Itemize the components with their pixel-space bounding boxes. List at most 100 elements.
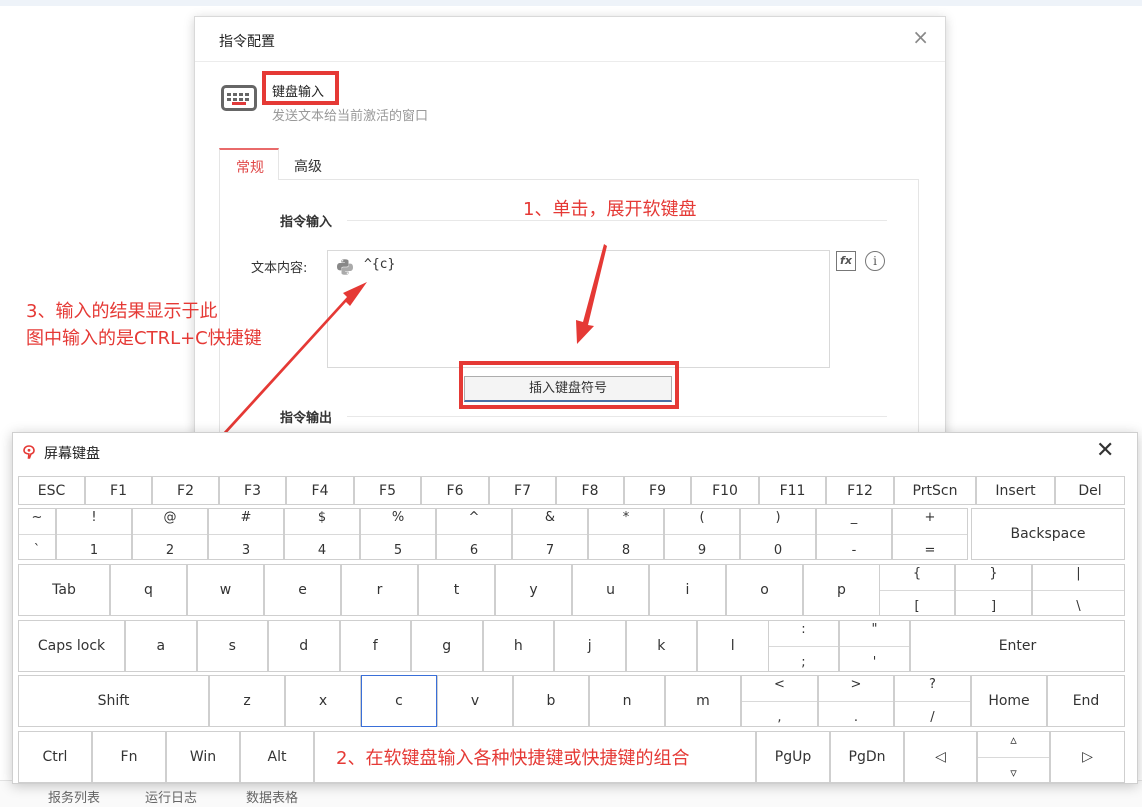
key-q[interactable]: q [110, 564, 187, 616]
key-quote[interactable]: " ' [839, 620, 910, 672]
key-num-1[interactable]: ! 1 [56, 508, 132, 560]
key-label: h [513, 638, 523, 654]
key-m[interactable]: m [665, 675, 741, 727]
key-f9[interactable]: F9 [624, 476, 691, 505]
key-ctrl[interactable]: Ctrl [18, 731, 92, 783]
key-tab[interactable]: Tab [18, 564, 110, 616]
key-i[interactable]: i [649, 564, 726, 616]
key-alt[interactable]: Alt [240, 731, 314, 783]
key-num-0[interactable]: ~ ` [18, 508, 56, 560]
key-f8[interactable]: F8 [556, 476, 624, 505]
key-c[interactable]: c [361, 675, 437, 727]
key-shift-label: % [391, 510, 405, 525]
key-f3[interactable]: F3 [219, 476, 286, 505]
command-config-dialog: 指令配置 × 键盘输入 发送文本给当前激活的窗口 常规 高级 指令输入 文本内容… [194, 16, 946, 449]
key-v[interactable]: v [437, 675, 513, 727]
key-f12[interactable]: F12 [826, 476, 894, 505]
key-h[interactable]: h [482, 620, 554, 672]
key-bracket-left[interactable]: {[ [879, 564, 955, 616]
annotation-step3-line1: 3、输入的结果显示于此 [26, 301, 218, 322]
key-f1[interactable]: F1 [85, 476, 152, 505]
key-num-7[interactable]: & 7 [512, 508, 588, 560]
key-g[interactable]: g [411, 620, 483, 672]
key-w[interactable]: w [187, 564, 264, 616]
tab-advanced[interactable]: 高级 [294, 156, 322, 176]
key-t[interactable]: t [418, 564, 495, 616]
background-tab[interactable]: 运行日志 [145, 787, 197, 806]
key-comma[interactable]: <, [741, 675, 818, 727]
key-num-8[interactable]: * 8 [588, 508, 664, 560]
info-icon[interactable]: i [865, 251, 885, 271]
key-num-12[interactable]: + = [892, 508, 968, 560]
key-k[interactable]: k [625, 620, 697, 672]
tab-general[interactable]: 常规 [219, 148, 279, 180]
key-f7[interactable]: F7 [489, 476, 556, 505]
key-p[interactable]: p [803, 564, 880, 616]
key-x[interactable]: x [285, 675, 361, 727]
key-num-9[interactable]: (9 [664, 508, 740, 560]
key-insert[interactable]: Insert [976, 476, 1055, 505]
key-b[interactable]: b [513, 675, 589, 727]
key-f5[interactable]: F5 [354, 476, 421, 505]
key-pgup[interactable]: PgUp [756, 731, 830, 783]
background-tab[interactable]: 报务列表 [48, 787, 100, 806]
key-label: r [376, 582, 383, 598]
key-num-11[interactable]: _ - [816, 508, 892, 560]
key-label: d [299, 638, 309, 654]
key-num-5[interactable]: % 5 [360, 508, 436, 560]
text-content-input[interactable]: ^{c} [327, 250, 830, 368]
key-home[interactable]: Home [971, 675, 1047, 727]
key-f4[interactable]: F4 [286, 476, 354, 505]
key-e[interactable]: e [264, 564, 341, 616]
key-end[interactable]: End [1047, 675, 1125, 727]
key-caps-lock[interactable]: Caps lock [18, 620, 125, 672]
key-backslash[interactable]: | \ [1032, 564, 1125, 616]
key-num-10[interactable]: ) 0 [740, 508, 816, 560]
key-del[interactable]: Del [1055, 476, 1125, 505]
key-arrow-up-down[interactable]: ▵ ▿ [977, 731, 1050, 783]
key-l[interactable]: l [697, 620, 769, 672]
arrow-down-icon[interactable]: ▿ [978, 766, 1049, 781]
key-f11[interactable]: F11 [759, 476, 826, 505]
key-f[interactable]: f [339, 620, 411, 672]
key-label: F7 [514, 482, 531, 499]
key-z[interactable]: z [209, 675, 285, 727]
close-icon[interactable]: × [912, 27, 929, 47]
key-n[interactable]: n [589, 675, 665, 727]
key-bracket-right[interactable]: }] [955, 564, 1032, 616]
key-pgdn[interactable]: PgDn [830, 731, 904, 783]
key-enter[interactable]: Enter [910, 620, 1125, 672]
key-a[interactable]: a [125, 620, 197, 672]
key-slash[interactable]: ? / [894, 675, 971, 727]
key-prtscn[interactable]: PrtScn [894, 476, 976, 505]
key-label: F2 [177, 482, 194, 499]
key-r[interactable]: r [341, 564, 418, 616]
arrow-up-icon[interactable]: ▵ [978, 733, 1049, 748]
key-num-6[interactable]: ^ 6 [436, 508, 512, 560]
key-u[interactable]: u [572, 564, 649, 616]
key-win[interactable]: Win [166, 731, 240, 783]
key-esc[interactable]: ESC [18, 476, 85, 505]
insert-keyboard-symbol-button[interactable]: 插入键盘符号 [464, 376, 672, 402]
key-j[interactable]: j [554, 620, 626, 672]
key-f10[interactable]: F10 [691, 476, 759, 505]
key-num-2[interactable]: @2 [132, 508, 208, 560]
key-arrow-right[interactable]: ▷ [1050, 731, 1125, 783]
key-num-3[interactable]: #3 [208, 508, 284, 560]
background-tab[interactable]: 数据表格 [246, 787, 298, 806]
key-fn[interactable]: Fn [92, 731, 166, 783]
key-period[interactable]: >. [818, 675, 894, 727]
key-num-4[interactable]: $4 [284, 508, 360, 560]
key-semicolon[interactable]: :; [768, 620, 839, 672]
key-y[interactable]: y [495, 564, 572, 616]
key-s[interactable]: s [196, 620, 268, 672]
key-f2[interactable]: F2 [152, 476, 219, 505]
key-backspace[interactable]: Backspace [971, 508, 1125, 560]
function-icon[interactable]: fx [836, 251, 856, 271]
key-d[interactable]: d [268, 620, 340, 672]
key-o[interactable]: o [726, 564, 803, 616]
key-shift[interactable]: Shift [18, 675, 209, 727]
keyboard-close-icon[interactable]: ✕ [1096, 439, 1114, 463]
key-f6[interactable]: F6 [421, 476, 489, 505]
key-arrow-left[interactable]: ◁ [904, 731, 977, 783]
